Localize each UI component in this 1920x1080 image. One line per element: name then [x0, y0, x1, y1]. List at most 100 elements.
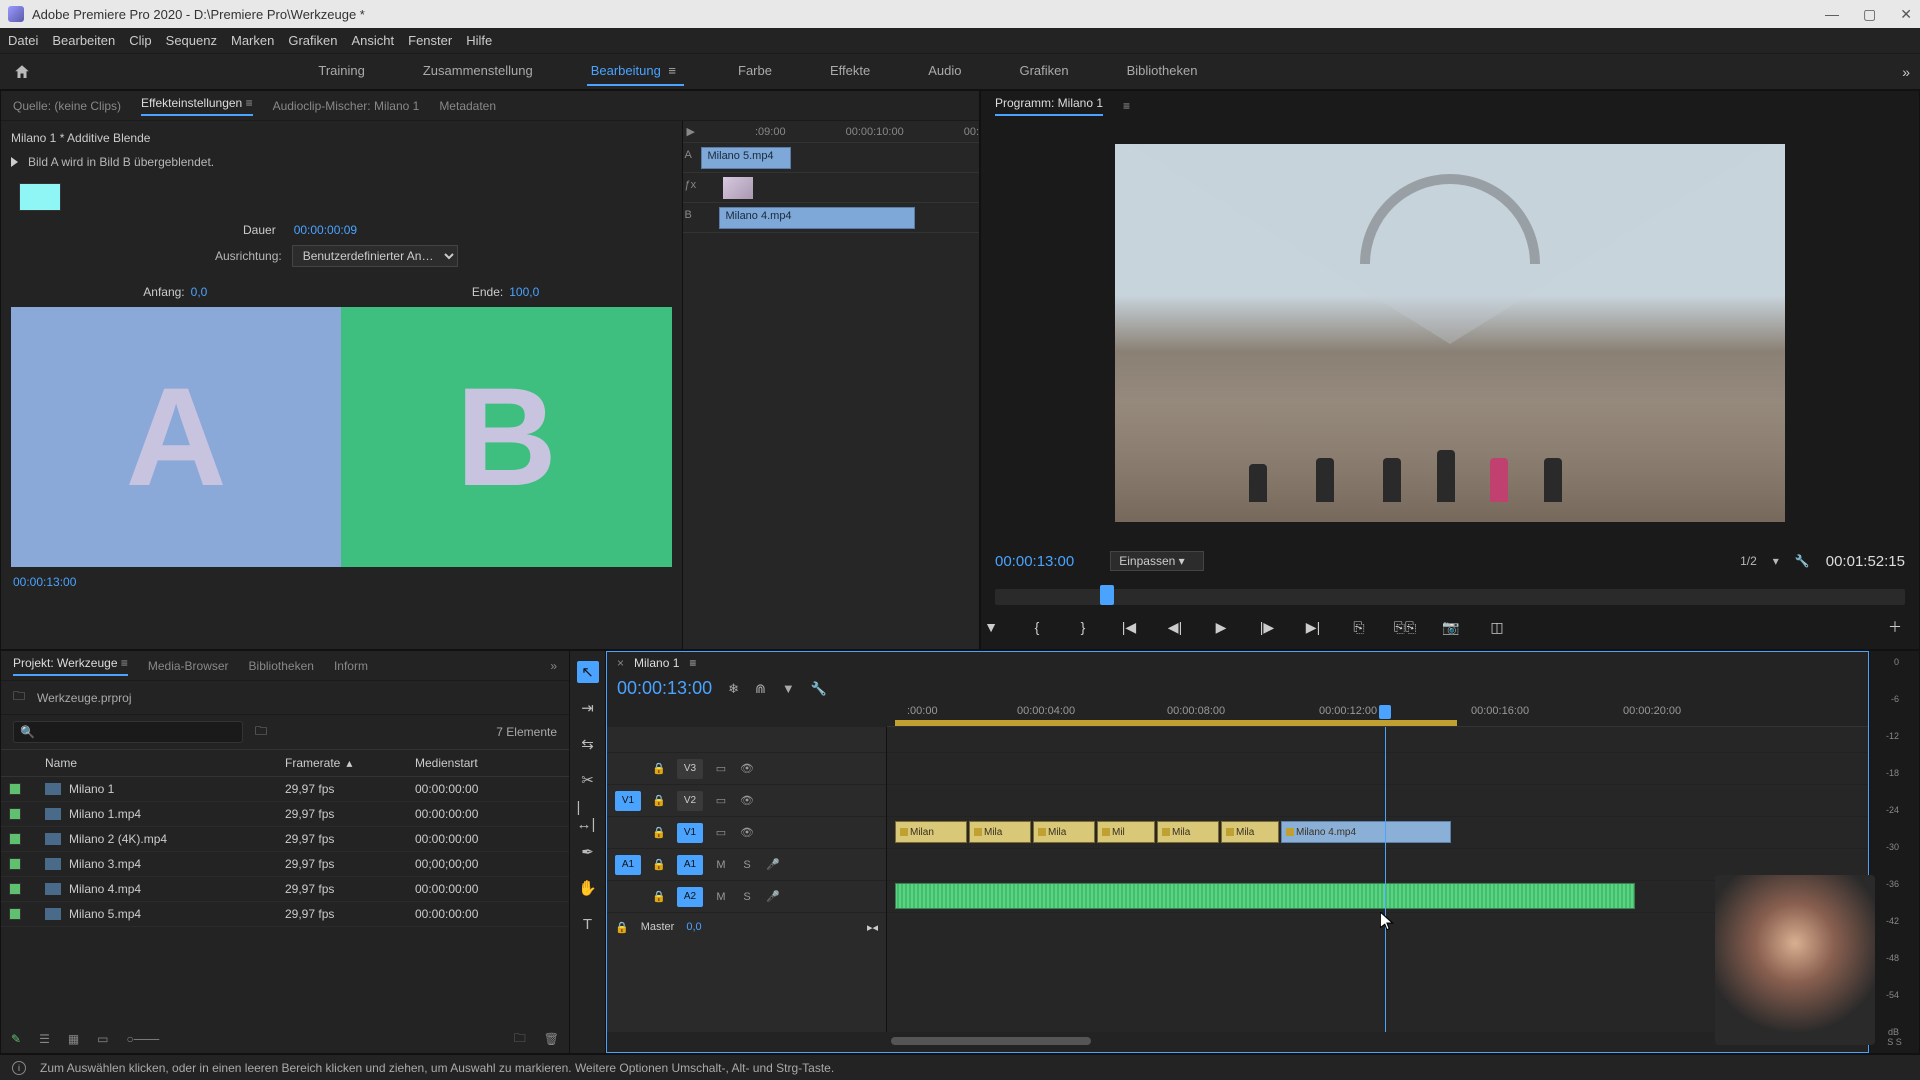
mark-in-icon[interactable]: ▼	[981, 617, 1001, 637]
program-scrubber[interactable]	[995, 589, 1905, 605]
lock-icon[interactable]: 🔒	[615, 921, 629, 934]
col-name[interactable]: Name	[45, 756, 285, 770]
pen-tool[interactable]: ✒	[577, 841, 599, 863]
timeline-ruler[interactable]: :00:0000:00:04:0000:00:08:0000:00:12:000…	[887, 701, 1868, 727]
col-medienstart[interactable]: Medienstart	[415, 756, 561, 770]
trash-icon[interactable]: 🗑	[544, 1032, 559, 1046]
icon-view-icon[interactable]: ▦	[68, 1032, 79, 1046]
menu-marken[interactable]: Marken	[231, 33, 274, 48]
label-chip[interactable]	[9, 883, 21, 895]
lock-icon[interactable]: 🔒	[651, 826, 667, 839]
tab[interactable]: Quelle: (keine Clips)	[13, 99, 121, 113]
panel-menu-icon[interactable]: ≡	[689, 656, 696, 670]
source-a1[interactable]: A1	[615, 855, 641, 875]
comparison-button[interactable]: ◫	[1487, 617, 1507, 637]
play-button[interactable]: ▶	[1211, 617, 1231, 637]
effect-timecode[interactable]: 00:00:13:00	[11, 567, 672, 589]
track-select-tool[interactable]: ⇥	[577, 697, 599, 719]
tab[interactable]: Effekteinstellungen ≡	[141, 96, 253, 116]
lock-icon[interactable]: 🔒	[651, 762, 667, 775]
new-item-icon[interactable]: 🗀	[514, 1029, 526, 1050]
resolution-dropdown[interactable]: ▾	[1773, 554, 1779, 568]
export-frame-button[interactable]: 📷	[1441, 617, 1461, 637]
mute-icon[interactable]: M	[713, 891, 729, 903]
menu-datei[interactable]: Datei	[8, 33, 38, 48]
panel-menu-icon[interactable]: ≡	[1123, 99, 1130, 113]
menu-fenster[interactable]: Fenster	[408, 33, 452, 48]
tab[interactable]: Bibliotheken	[249, 659, 314, 673]
menu-grafiken[interactable]: Grafiken	[288, 33, 337, 48]
menu-sequenz[interactable]: Sequenz	[166, 33, 217, 48]
col-framerate[interactable]: Framerate▴	[285, 756, 415, 770]
program-tab[interactable]: Programm: Milano 1	[995, 96, 1103, 116]
playhead-line[interactable]	[1385, 727, 1386, 1032]
end-value[interactable]: 100,0	[509, 285, 539, 299]
solo-icon[interactable]: S	[739, 891, 755, 903]
razor-tool[interactable]: ✂	[577, 769, 599, 791]
video-clip[interactable]: Milano 4.mp4	[1281, 821, 1451, 843]
workspace-bearbeitung[interactable]: Bearbeitung ≡	[587, 57, 684, 86]
expand-icon[interactable]: ▸◂	[867, 921, 878, 934]
voiceover-icon[interactable]: 🎤	[765, 890, 781, 903]
video-clip[interactable]: Mila	[969, 821, 1031, 843]
source-v1[interactable]: V1	[615, 791, 641, 811]
project-row[interactable]: Milano 3.mp4 29,97 fps 00;00;00;00	[1, 852, 569, 877]
project-row[interactable]: Milano 2 (4K).mp4 29,97 fps 00:00:00:00	[1, 827, 569, 852]
video-clip[interactable]: Mil	[1097, 821, 1155, 843]
toggle-output-icon[interactable]: 👁	[739, 762, 755, 775]
new-bin-icon[interactable]: 🗀	[255, 722, 267, 743]
sync-lock-icon[interactable]: ▭	[713, 826, 729, 839]
menu-clip[interactable]: Clip	[129, 33, 151, 48]
master-value[interactable]: 0,0	[686, 921, 701, 933]
hand-tool[interactable]: ✋	[577, 877, 599, 899]
playhead-marker[interactable]	[1379, 705, 1391, 719]
project-row[interactable]: Milano 4.mp4 29,97 fps 00:00:00:00	[1, 877, 569, 902]
tab[interactable]: Inform	[334, 659, 368, 673]
mini-clip-a[interactable]: Milano 5.mp4	[701, 147, 791, 169]
ripple-edit-tool[interactable]: ⇆	[577, 733, 599, 755]
toggle-output-icon[interactable]: 👁	[739, 794, 755, 807]
go-to-in-button[interactable]: |◀	[1119, 617, 1139, 637]
add-marker-icon[interactable]: ▼	[782, 681, 795, 697]
program-timecode[interactable]: 00:00:13:00	[995, 553, 1074, 570]
slip-tool[interactable]: |↔|	[577, 805, 599, 827]
zoom-scroll-thumb[interactable]	[891, 1037, 1091, 1045]
minimize-button[interactable]: ―	[1825, 6, 1839, 23]
tab[interactable]: Audioclip-Mischer: Milano 1	[273, 99, 420, 113]
type-tool[interactable]: T	[577, 913, 599, 935]
zoom-level[interactable]: 1/2	[1740, 554, 1757, 568]
workspace-effekte[interactable]: Effekte	[826, 57, 874, 86]
fit-dropdown[interactable]: Einpassen ▾	[1110, 551, 1203, 571]
snap-icon[interactable]: ❄	[728, 681, 739, 697]
go-to-out-button[interactable]: ▶|	[1303, 617, 1323, 637]
target-v1[interactable]: V1	[677, 823, 703, 843]
workspace-zusammenstellung[interactable]: Zusammenstellung	[419, 57, 537, 86]
toggle-output-icon[interactable]: 👁	[739, 826, 755, 839]
label-chip[interactable]	[9, 808, 21, 820]
sync-lock-icon[interactable]: ▭	[713, 794, 729, 807]
target-v2[interactable]: V2	[677, 791, 703, 811]
project-row[interactable]: Milano 5.mp4 29,97 fps 00:00:00:00	[1, 902, 569, 927]
workspace-bibliotheken[interactable]: Bibliotheken	[1123, 57, 1202, 86]
menu-hilfe[interactable]: Hilfe	[466, 33, 492, 48]
label-chip[interactable]	[9, 783, 21, 795]
start-value[interactable]: 0,0	[191, 285, 208, 299]
voiceover-icon[interactable]: 🎤	[765, 858, 781, 871]
video-clip[interactable]: Milan	[895, 821, 967, 843]
list-view-icon[interactable]: ☰	[39, 1032, 50, 1046]
transition-block[interactable]	[723, 177, 753, 199]
label-chip[interactable]	[9, 908, 21, 920]
program-monitor-image[interactable]	[1115, 144, 1785, 522]
menu-bearbeiten[interactable]: Bearbeiten	[52, 33, 115, 48]
mute-icon[interactable]: M	[713, 859, 729, 871]
menu-ansicht[interactable]: Ansicht	[351, 33, 394, 48]
timeline-settings-icon[interactable]: 🔧	[811, 681, 827, 697]
sync-lock-icon[interactable]: ▭	[713, 762, 729, 775]
extract-button[interactable]: ⎘⎘	[1395, 617, 1415, 637]
footer-pen-icon[interactable]: ✎	[11, 1032, 21, 1046]
close-button[interactable]: ✕	[1900, 6, 1912, 23]
target-a2[interactable]: A2	[677, 887, 703, 907]
label-chip[interactable]	[9, 858, 21, 870]
video-clip[interactable]: Mila	[1157, 821, 1219, 843]
lift-button[interactable]: ⎘	[1349, 617, 1369, 637]
